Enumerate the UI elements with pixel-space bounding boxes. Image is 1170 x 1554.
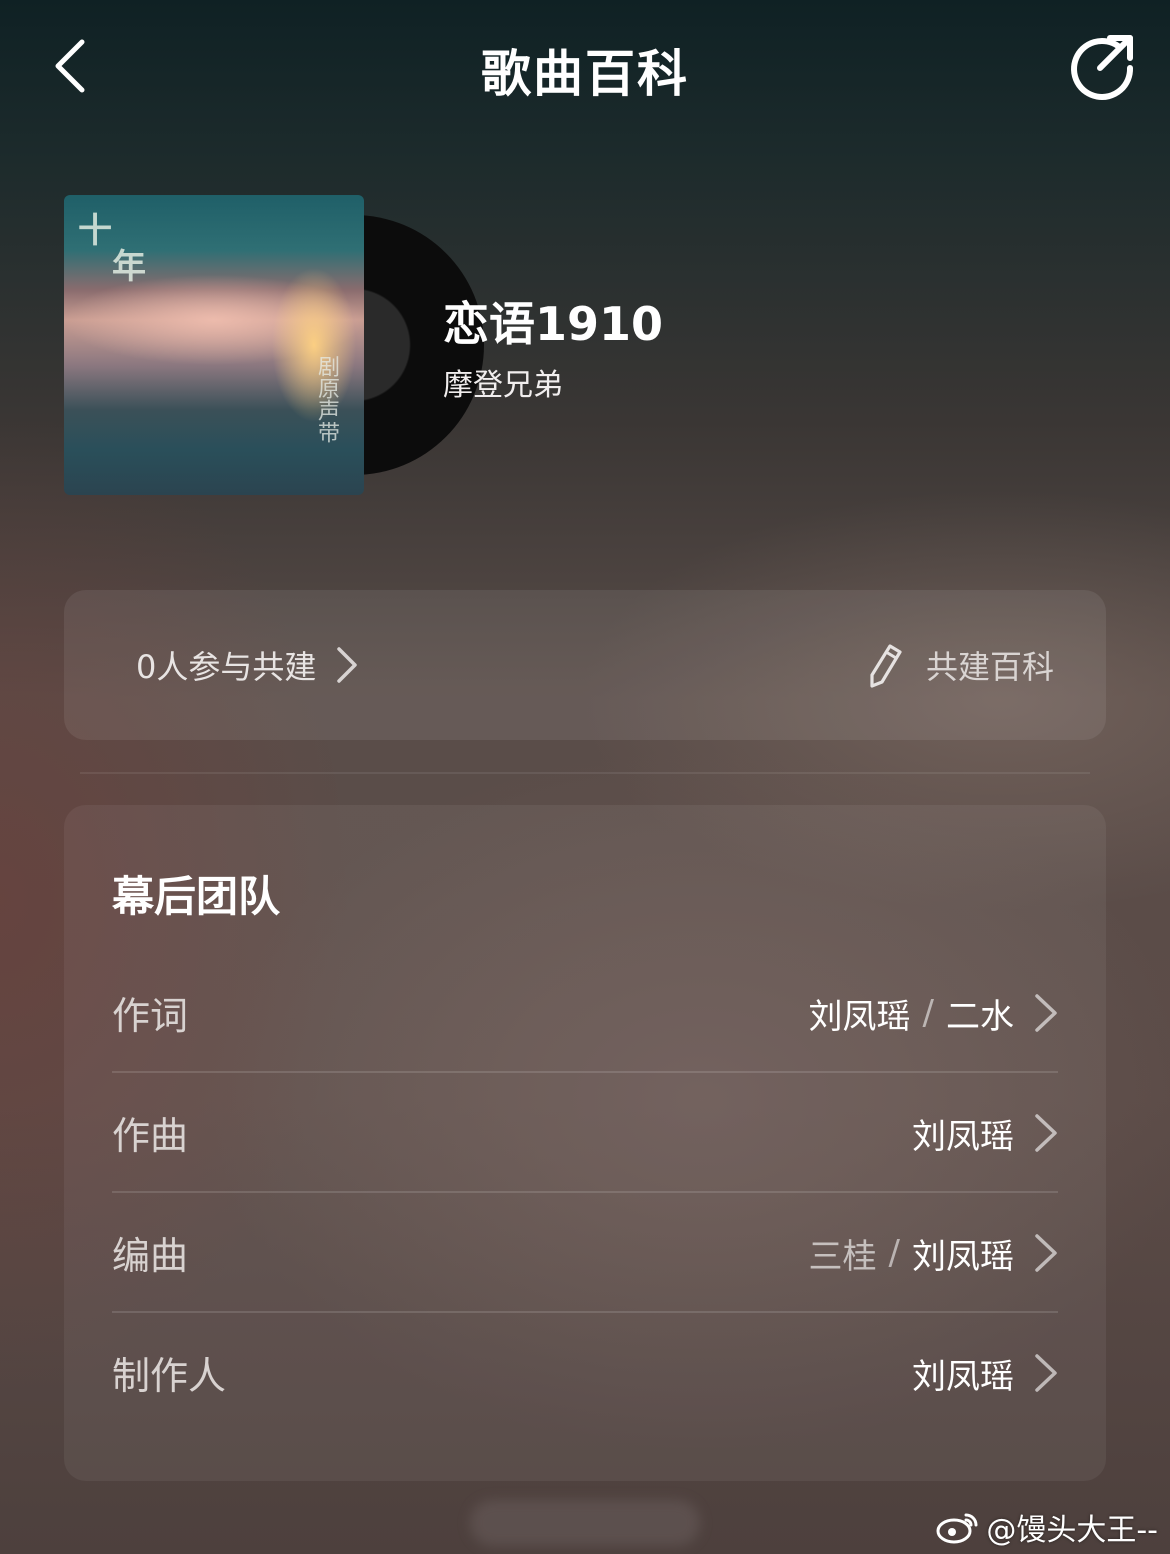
song-title: 恋语1910 — [443, 297, 664, 351]
pencil-icon — [870, 644, 902, 688]
name-separator: / — [922, 993, 934, 1033]
album-cover-image: 十 年 剧原声带 — [64, 195, 364, 495]
team-row-lyricist[interactable]: 作词 刘凤瑶 / 二水 — [112, 953, 1058, 1073]
row-label: 编曲 — [112, 1234, 189, 1278]
credit-name: 刘凤瑶 — [912, 1356, 1014, 1397]
credit-name: 刘凤瑶 — [912, 1236, 1014, 1277]
cover-art-decoration: 剧原声带 — [314, 355, 339, 443]
contribute-card: 0人参与共建 共建百科 — [64, 590, 1106, 740]
top-bar: 歌曲百科 — [0, 0, 1170, 140]
chevron-right-icon — [1035, 994, 1057, 1032]
song-artist[interactable]: 摩登兄弟 — [443, 360, 563, 404]
behind-scenes-card: 幕后团队 作词 刘凤瑶 / 二水 作曲 刘凤瑶 编曲 三桂 / 刘凤瑶 制作人 … — [64, 805, 1106, 1481]
name-separator: / — [888, 1233, 900, 1273]
participants-label: 0人参与共建 — [136, 648, 317, 686]
credit-name: 刘凤瑶 — [912, 1116, 1014, 1157]
build-wiki-label: 共建百科 — [925, 648, 1054, 686]
build-wiki-button[interactable]: 共建百科 — [868, 636, 1054, 694]
team-row-composer[interactable]: 作曲 刘凤瑶 — [112, 1073, 1058, 1193]
chevron-right-icon — [1035, 1234, 1057, 1272]
credit-name: 二水 — [946, 996, 1014, 1037]
team-section-title: 幕后团队 — [112, 872, 281, 921]
cover-art-decoration: 十 年 — [78, 211, 146, 287]
team-row-arranger[interactable]: 编曲 三桂 / 刘凤瑶 — [112, 1193, 1058, 1313]
row-value: 刘凤瑶 — [912, 1349, 1058, 1397]
chevron-right-icon — [337, 647, 358, 683]
chevron-right-icon — [1035, 1114, 1057, 1152]
row-value: 三桂 / 刘凤瑶 — [809, 1229, 1058, 1277]
chevron-right-icon — [1035, 1354, 1057, 1392]
weibo-logo-icon — [936, 1513, 978, 1544]
row-value: 刘凤瑶 — [912, 1109, 1058, 1157]
watermark: @馒头大王-- — [936, 1502, 1158, 1552]
credit-name: 刘凤瑶 — [808, 996, 911, 1037]
share-icon — [1071, 35, 1134, 100]
team-row-producer[interactable]: 制作人 刘凤瑶 — [112, 1313, 1058, 1433]
row-value: 刘凤瑶 / 二水 — [809, 989, 1058, 1037]
row-label: 制作人 — [112, 1354, 227, 1398]
row-label: 作词 — [112, 994, 189, 1038]
watermark-text: @馒头大王-- — [986, 1513, 1158, 1548]
credit-name: 三桂 — [808, 1236, 877, 1277]
blurred-overlay — [470, 1500, 700, 1546]
participants-link[interactable]: 0人参与共建 — [136, 638, 358, 692]
row-label: 作曲 — [112, 1114, 189, 1158]
section-divider — [80, 772, 1090, 774]
page-title: 歌曲百科 — [481, 45, 689, 103]
share-button[interactable] — [1062, 30, 1142, 106]
album-artwork: 十 年 剧原声带 — [64, 195, 484, 495]
